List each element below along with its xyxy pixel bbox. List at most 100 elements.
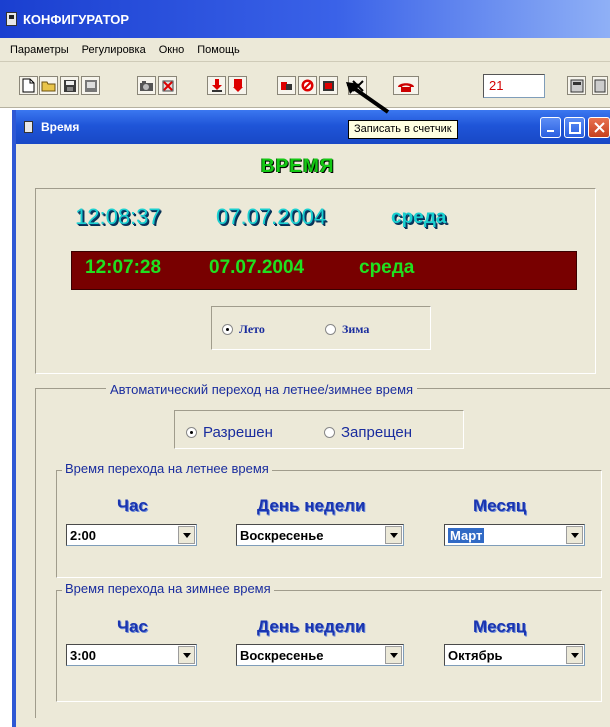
time-window: Время ВРЕМЯ 12:08:37 07.07.2004 среда 12… bbox=[12, 110, 610, 727]
menu-item-window[interactable]: Окно bbox=[159, 44, 185, 56]
radio-winter[interactable]: Зима bbox=[325, 322, 369, 337]
summer-transition-caption: Время перехода на летнее время bbox=[62, 461, 272, 476]
open-folder-icon bbox=[41, 81, 56, 92]
summer-hour-label: Час bbox=[117, 496, 148, 515]
radio-winter-label: Зима bbox=[342, 322, 370, 336]
pc-weekday: среда bbox=[391, 207, 447, 228]
save-disk-icon bbox=[63, 79, 76, 92]
winter-day-select[interactable]: Воскресенье bbox=[236, 644, 404, 666]
radio-summer-label: Лето bbox=[239, 322, 265, 336]
winter-hour-value: 3:00 bbox=[70, 648, 97, 663]
panel-button[interactable] bbox=[592, 76, 608, 95]
open-button[interactable] bbox=[39, 76, 58, 95]
menu-item-help[interactable]: Помощь bbox=[197, 44, 240, 56]
stop-icon bbox=[301, 79, 314, 92]
chevron-down-icon bbox=[389, 532, 398, 538]
write-to-meter-icon bbox=[323, 80, 334, 91]
summer-day-dropdown-button[interactable] bbox=[385, 526, 402, 544]
meter-panel-icon bbox=[570, 79, 583, 92]
winter-hour-dropdown-button[interactable] bbox=[178, 646, 195, 664]
write-to-meter-button[interactable] bbox=[319, 76, 338, 95]
radio-forbidden-dot[interactable] bbox=[324, 427, 335, 438]
delete-button[interactable] bbox=[158, 76, 177, 95]
window-system-icon[interactable] bbox=[24, 121, 33, 133]
radio-forbidden-label: Запрещен bbox=[341, 424, 413, 441]
minimize-button[interactable] bbox=[540, 117, 561, 138]
new-document-icon bbox=[22, 78, 35, 93]
flag-write-icon bbox=[281, 81, 292, 90]
menu-item-parameters[interactable]: Параметры bbox=[10, 44, 69, 56]
meter-weekday: среда bbox=[359, 257, 415, 278]
telephone-button[interactable] bbox=[393, 76, 419, 95]
toolbar: 21 bbox=[0, 62, 610, 108]
radio-allowed[interactable]: Разрешен bbox=[186, 424, 273, 441]
radio-forbidden[interactable]: Запрещен bbox=[324, 424, 412, 441]
summer-month-select[interactable]: Март bbox=[444, 524, 585, 546]
meter-date: 07.07.2004 bbox=[209, 257, 305, 278]
radio-allowed-label: Разрешен bbox=[203, 424, 273, 441]
summer-month-dropdown-button[interactable] bbox=[566, 526, 583, 544]
winter-month-label: Месяц bbox=[473, 617, 527, 636]
chevron-down-icon bbox=[570, 652, 579, 658]
summer-month-value: Март bbox=[448, 528, 485, 543]
chevron-down-icon bbox=[570, 532, 579, 538]
delete-x-icon bbox=[162, 80, 173, 91]
counter-field[interactable]: 21 bbox=[483, 74, 545, 98]
app-system-icon[interactable] bbox=[6, 12, 17, 26]
summer-day-value: Воскресенье bbox=[240, 528, 324, 543]
minimize-icon bbox=[546, 129, 554, 132]
radio-winter-dot[interactable] bbox=[325, 324, 336, 335]
summer-day-label: День недели bbox=[257, 496, 366, 515]
radio-summer[interactable]: Лето bbox=[222, 322, 265, 337]
camera-button[interactable] bbox=[137, 76, 156, 95]
maximize-button[interactable] bbox=[564, 117, 585, 138]
winter-hour-select[interactable]: 3:00 bbox=[66, 644, 197, 666]
window-close-icon bbox=[593, 122, 605, 133]
summer-hour-dropdown-button[interactable] bbox=[178, 526, 195, 544]
pc-time: 12:08:37 bbox=[75, 204, 161, 229]
stop-button[interactable] bbox=[298, 76, 317, 95]
save-as-button[interactable] bbox=[81, 76, 100, 95]
winter-day-value: Воскресенье bbox=[240, 648, 324, 663]
meter-panel-button[interactable] bbox=[567, 76, 586, 95]
read-meter-button[interactable] bbox=[228, 76, 247, 95]
read-down-button[interactable] bbox=[207, 76, 226, 95]
winter-day-label: День недели bbox=[257, 617, 366, 636]
read-meter-icon bbox=[232, 79, 243, 92]
new-document-button[interactable] bbox=[19, 76, 38, 95]
winter-month-select[interactable]: Октябрь bbox=[444, 644, 585, 666]
winter-month-dropdown-button[interactable] bbox=[566, 646, 583, 664]
camera-icon bbox=[140, 81, 153, 91]
app-title-bar: КОНФИГУРАТОР bbox=[0, 0, 610, 38]
summer-hour-select[interactable]: 2:00 bbox=[66, 524, 197, 546]
time-heading: ВРЕМЯ bbox=[261, 156, 335, 177]
summer-month-label: Месяц bbox=[473, 496, 527, 515]
annotation-arrow-icon bbox=[346, 82, 390, 114]
chevron-down-icon bbox=[182, 532, 191, 538]
panel-icon bbox=[594, 79, 606, 92]
time-window-title-bar: Время bbox=[16, 110, 610, 144]
toolbar-tooltip: Записать в счетчик bbox=[348, 120, 458, 139]
flag-write-button[interactable] bbox=[277, 76, 296, 95]
chevron-down-icon bbox=[389, 652, 398, 658]
telephone-icon bbox=[398, 82, 414, 92]
winter-day-dropdown-button[interactable] bbox=[385, 646, 402, 664]
pc-date: 07.07.2004 bbox=[216, 204, 327, 229]
summer-day-select[interactable]: Воскресенье bbox=[236, 524, 404, 546]
window-close-button[interactable] bbox=[588, 117, 610, 138]
meter-time: 12:07:28 bbox=[85, 257, 162, 278]
save-as-icon bbox=[84, 79, 97, 92]
radio-allowed-dot[interactable] bbox=[186, 427, 197, 438]
maximize-icon bbox=[568, 121, 581, 134]
auto-switch-caption: Автоматический переход на летнее/зимнее … bbox=[106, 382, 418, 397]
radio-summer-dot[interactable] bbox=[222, 324, 233, 335]
menu-item-regulation[interactable]: Регулировка bbox=[82, 44, 146, 56]
winter-hour-label: Час bbox=[117, 617, 148, 636]
winter-transition-caption: Время перехода на зимнее время bbox=[62, 581, 274, 596]
read-down-icon bbox=[211, 79, 222, 92]
chevron-down-icon bbox=[182, 652, 191, 658]
summer-hour-value: 2:00 bbox=[70, 528, 97, 543]
app-title: КОНФИГУРАТОР bbox=[23, 11, 129, 27]
save-button[interactable] bbox=[60, 76, 79, 95]
menu-bar: Параметры Регулировка Окно Помощь bbox=[0, 38, 610, 62]
